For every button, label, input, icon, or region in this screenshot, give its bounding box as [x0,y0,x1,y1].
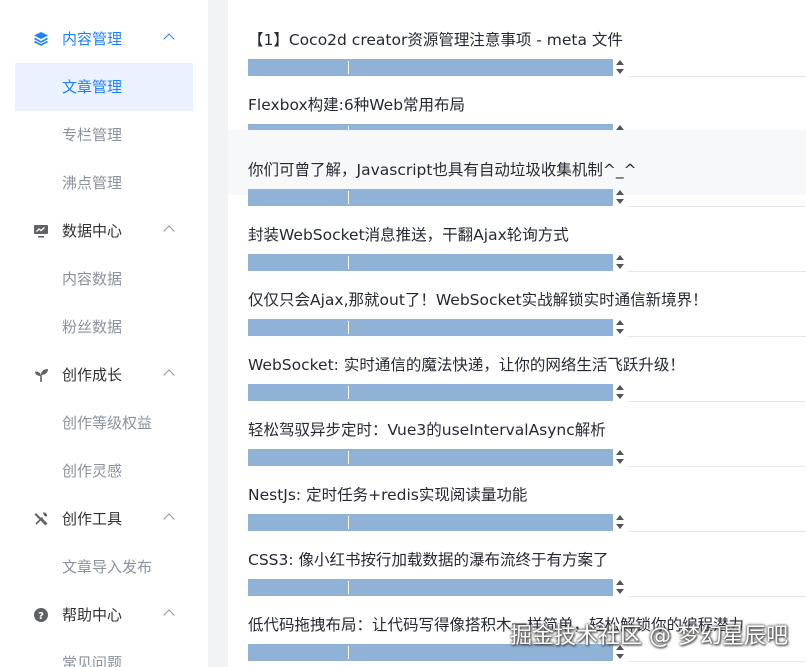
row-divider [628,661,806,662]
sidebar-group-label: 帮助中心 [62,606,123,624]
article-title[interactable]: 【1】Coco2d creator资源管理注意事项 - meta 文件 [248,30,623,50]
sidebar-group-2[interactable]: 创作成长 [0,351,208,399]
sidebar-item-1-0[interactable]: 内容数据 [0,255,208,303]
article-row[interactable]: CSS3: 像小红书按行加载数据的瀑布流终于有方案了 [228,520,806,597]
sidebar-item-2-1[interactable]: 创作灵感 [0,447,208,495]
article-row[interactable]: Flexbox构建:6种Web常用布局 [228,65,806,142]
sidebar-item-label: 文章导入发布 [62,558,153,576]
article-title[interactable]: NestJs: 定时任务+redis实现阅读量功能 [248,485,527,505]
article-row[interactable]: 【1】Coco2d creator资源管理注意事项 - meta 文件 [228,0,806,77]
sidebar-item-label: 创作等级权益 [62,414,153,432]
sidebar-group-4[interactable]: ? 帮助中心 [0,591,208,639]
tools-icon [33,511,49,527]
sidebar-item-label: 常见问题 [62,654,123,667]
scroll-down-icon[interactable] [616,654,624,659]
article-row[interactable]: 你们可曾了解，Javascript也具有自动垃圾收集机制^_^ [228,130,806,207]
article-title[interactable]: 你们可曾了解，Javascript也具有自动垃圾收集机制^_^ [248,160,637,180]
sidebar-item-2-0[interactable]: 创作等级权益 [0,399,208,447]
sidebar-item-0-1[interactable]: 专栏管理 [0,111,208,159]
article-title[interactable]: 轻松驾驭异步定时：Vue3的useIntervalAsync解析 [248,420,606,440]
watermark: 掘金技术社区 @ 梦幻星辰吧 [510,624,788,649]
sidebar-item-0-0[interactable]: 文章管理 [15,63,193,111]
monitor-chart-icon [33,223,49,239]
sidebar-group-label: 创作工具 [62,510,123,528]
sidebar-group-1[interactable]: 数据中心 [0,207,208,255]
article-row[interactable]: WebSocket: 实时通信的魔法快递，让你的网络生活飞跃升级！ [228,325,806,402]
sidebar-item-label: 内容数据 [62,270,123,288]
sidebar-item-label: 粉丝数据 [62,318,123,336]
article-title[interactable]: Flexbox构建:6种Web常用布局 [248,95,465,115]
sprout-icon [33,367,49,383]
article-row[interactable]: 封装WebSocket消息推送，干翻Ajax轮询方式 [228,195,806,272]
sidebar-item-label: 沸点管理 [62,174,123,192]
article-row[interactable]: NestJs: 定时任务+redis实现阅读量功能 [228,455,806,532]
chevron-up-icon[interactable] [163,225,175,237]
sidebar-group-label: 数据中心 [62,222,123,240]
sidebar-group-label: 创作成长 [62,366,123,384]
article-title[interactable]: 仅仅只会Ajax,那就out了！WebSocket实战解锁实时通信新境界！ [248,290,708,310]
layers-icon [33,31,49,47]
sidebar-item-label: 创作灵感 [62,462,123,480]
chevron-up-icon[interactable] [163,369,175,381]
sidebar-item-0-2[interactable]: 沸点管理 [0,159,208,207]
sidebar: 内容管理文章管理专栏管理沸点管理数据中心内容数据粉丝数据创作成长创作等级权益 创作… [0,0,208,667]
article-title[interactable]: WebSocket: 实时通信的魔法快递，让你的网络生活飞跃升级！ [248,355,685,375]
question-circle-icon: ? [33,607,49,623]
chevron-up-icon[interactable] [163,33,175,45]
sidebar-group-3[interactable]: 创作工具 [0,495,208,543]
article-title[interactable]: CSS3: 像小红书按行加载数据的瀑布流终于有方案了 [248,550,609,570]
article-row[interactable]: 轻松驾驭异步定时：Vue3的useIntervalAsync解析 [228,390,806,467]
article-row[interactable]: 仅仅只会Ajax,那就out了！WebSocket实战解锁实时通信新境界！ [228,260,806,337]
sidebar-group-label: 内容管理 [62,30,123,48]
sidebar-item-4-0[interactable]: 常见问题 [0,639,208,667]
chevron-up-icon[interactable] [163,513,175,525]
sidebar-item-1-1[interactable]: 粉丝数据 [0,303,208,351]
sidebar-item-label: 文章管理 [62,78,123,96]
svg-text:?: ? [38,611,44,622]
chevron-up-icon[interactable] [163,609,175,621]
sidebar-item-label: 专栏管理 [62,126,123,144]
sidebar-group-0[interactable]: 内容管理 [0,15,208,63]
sidebar-item-3-0[interactable]: 文章导入发布 [0,543,208,591]
article-list: 【1】Coco2d creator资源管理注意事项 - meta 文件 Flexb… [228,0,806,667]
article-title[interactable]: 封装WebSocket消息推送，干翻Ajax轮询方式 [248,225,569,245]
